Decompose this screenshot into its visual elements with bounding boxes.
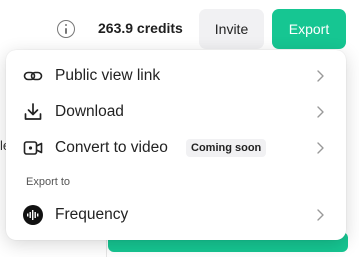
menu-item-label: Public view link	[55, 67, 161, 84]
menu-item-label: Convert to video	[55, 139, 168, 156]
chevron-right-icon	[317, 70, 324, 82]
menu-item-label: Frequency	[55, 206, 129, 223]
info-icon[interactable]	[57, 20, 75, 38]
menu-item-frequency[interactable]: Frequency	[6, 197, 346, 233]
export-to-section-label: Export to	[26, 176, 71, 188]
menu-item-download[interactable]: Download	[6, 94, 346, 130]
credits-balance: 263.9 credits	[98, 20, 183, 36]
coming-soon-badge: Coming soon	[186, 139, 267, 157]
invite-button[interactable]: Invite	[199, 9, 264, 49]
export-menu: Public view link Download Convert to vid…	[6, 50, 346, 240]
chevron-right-icon	[317, 209, 324, 221]
chevron-right-icon	[317, 142, 324, 154]
menu-item-label: Download	[55, 103, 124, 120]
frequency-logo-icon	[23, 205, 43, 225]
video-camera-icon	[23, 138, 43, 158]
export-button[interactable]: Export	[272, 9, 346, 49]
chevron-right-icon	[317, 106, 324, 118]
link-icon	[23, 66, 43, 86]
menu-item-convert-to-video[interactable]: Convert to video Coming soon	[6, 130, 346, 166]
download-icon	[23, 102, 43, 122]
menu-item-public-view-link[interactable]: Public view link	[6, 58, 346, 94]
